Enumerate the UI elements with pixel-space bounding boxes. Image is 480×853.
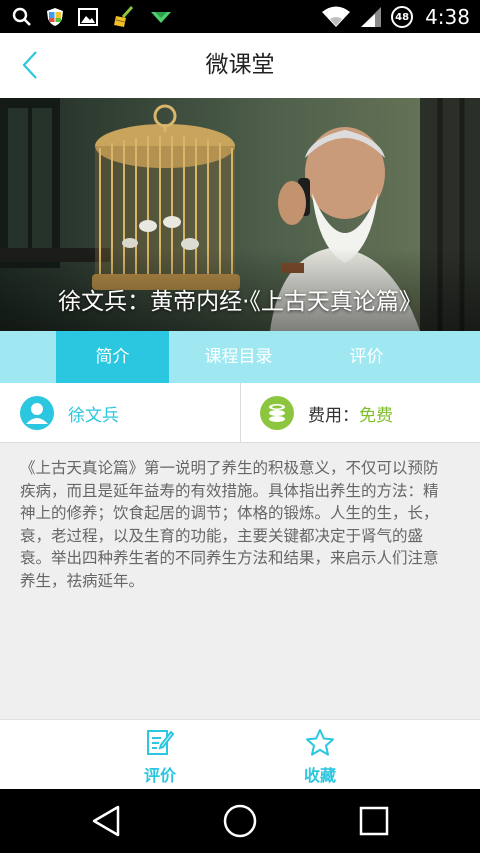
fee-info: 费用：免费 bbox=[260, 396, 393, 430]
course-hero-image: 徐文兵：黄帝内经·《上古天真论篇》 bbox=[0, 98, 480, 331]
app-header: 微课堂 bbox=[0, 33, 480, 98]
wifi-icon bbox=[322, 6, 351, 27]
bottom-action-bar: 评价 收藏 bbox=[0, 719, 480, 789]
status-bar-right: 48 4:38 bbox=[321, 5, 470, 29]
course-title: 徐文兵：黄帝内经·《上古天真论篇》 bbox=[58, 289, 422, 315]
coins-icon bbox=[260, 396, 294, 430]
system-nav-bar bbox=[0, 789, 480, 853]
broom-icon bbox=[114, 6, 134, 27]
fee-label: 费用： bbox=[308, 405, 359, 426]
nav-back-button[interactable] bbox=[86, 803, 126, 839]
triangle-back-icon bbox=[92, 805, 120, 837]
nav-recents-button[interactable] bbox=[354, 803, 394, 839]
circle-home-icon bbox=[223, 804, 257, 838]
image-icon bbox=[78, 8, 98, 26]
tab-catalog[interactable]: 课程目录 bbox=[182, 331, 295, 383]
tab-intro[interactable]: 简介 bbox=[56, 331, 169, 383]
square-recents-icon bbox=[359, 806, 389, 836]
course-info-row: 徐文兵 费用：免费 bbox=[0, 383, 480, 443]
fee-value: 免费 bbox=[359, 405, 393, 426]
tab-bar: 简介 课程目录 评价 bbox=[0, 331, 480, 383]
shield-icon bbox=[47, 8, 63, 26]
status-bar-left bbox=[12, 6, 172, 28]
review-button[interactable]: 评价 bbox=[120, 728, 200, 786]
info-divider bbox=[240, 383, 241, 443]
arrow-icon bbox=[151, 12, 171, 23]
user-avatar-icon bbox=[20, 396, 54, 430]
course-description: 《上古天真论篇》第一说明了养生的积极意义，不仅可以预防疾病，而且是延年益寿的有效… bbox=[20, 459, 439, 590]
battery-icon: 48 bbox=[391, 6, 414, 28]
battery-level: 48 bbox=[395, 11, 410, 23]
tab-reviews[interactable]: 评价 bbox=[310, 331, 423, 383]
signal-icon bbox=[361, 7, 382, 27]
teacher-name: 徐文兵 bbox=[68, 405, 119, 426]
favorite-button-label: 收藏 bbox=[303, 766, 336, 785]
status-bar: 48 4:38 bbox=[0, 0, 480, 33]
nav-home-button[interactable] bbox=[220, 803, 260, 839]
review-button-label: 评价 bbox=[143, 766, 176, 785]
clock: 4:38 bbox=[425, 5, 470, 29]
page-title: 微课堂 bbox=[205, 52, 275, 78]
edit-icon bbox=[147, 730, 174, 755]
favorite-button[interactable]: 收藏 bbox=[280, 728, 360, 786]
star-icon bbox=[306, 729, 334, 756]
teacher-link[interactable]: 徐文兵 bbox=[20, 396, 119, 430]
search-icon bbox=[12, 7, 31, 26]
